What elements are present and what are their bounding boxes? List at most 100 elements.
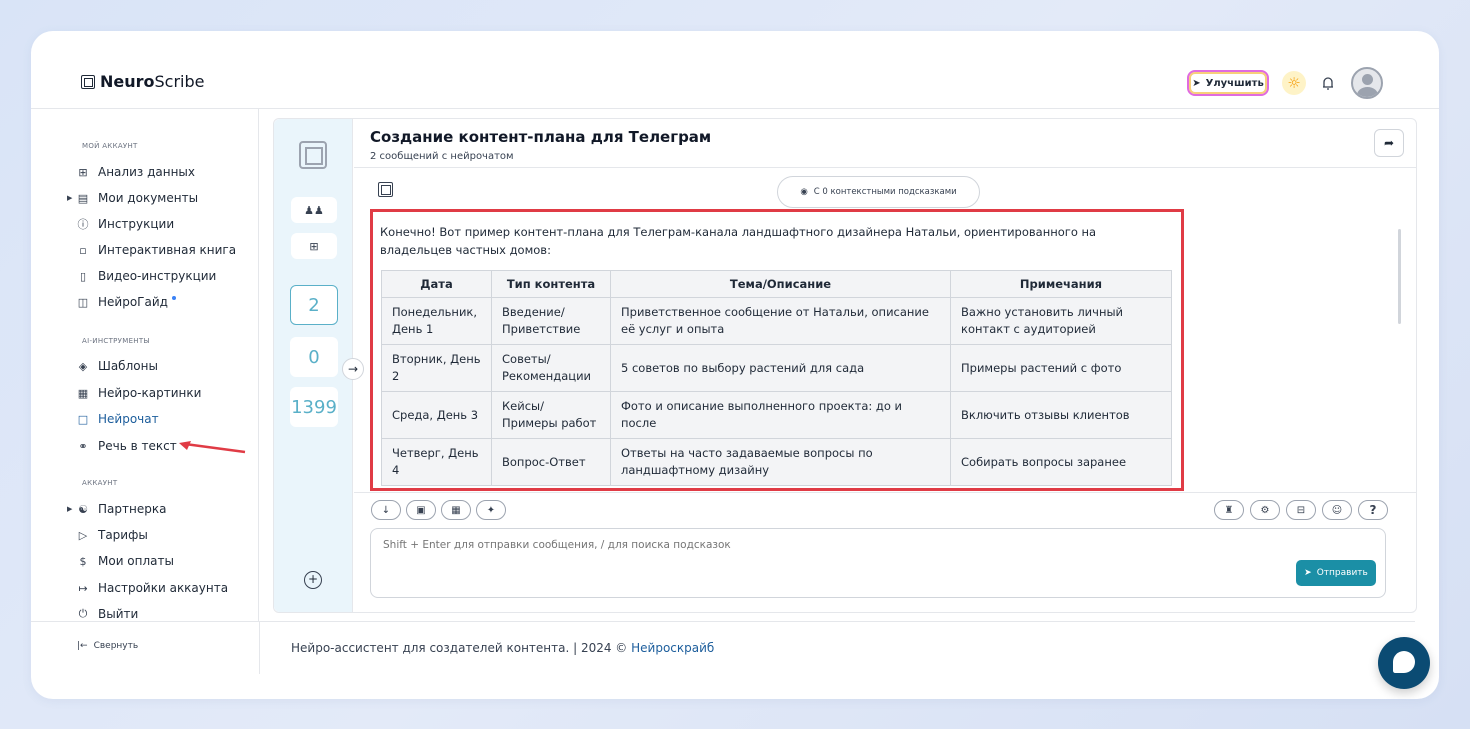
sidebar-item-neuroguide[interactable]: ◫ НейроГайд bbox=[76, 293, 176, 311]
collapse-sidebar-button[interactable]: |← Свернуть bbox=[77, 641, 138, 651]
app-window: NeuroScribe ➤ Улучшить ☼ МОЙ АККАУНТ ⊞ А… bbox=[31, 31, 1439, 699]
table-row: Среда, День 3 Кейсы/ Примеры работ Фото … bbox=[381, 391, 1172, 439]
doc-count[interactable]: 0 bbox=[290, 337, 338, 377]
rail-logo-icon bbox=[299, 141, 327, 169]
footer: Нейро-ассистент для создателей контента.… bbox=[291, 641, 714, 655]
power-icon: ⏻ bbox=[78, 607, 88, 620]
save-button[interactable]: ▣ bbox=[406, 500, 436, 520]
sidebar-item-label: Выйти bbox=[98, 607, 139, 621]
grid-toggle-button[interactable]: ⊞ bbox=[291, 233, 337, 259]
table-cell: Приветственное сообщение от Натальи, опи… bbox=[610, 297, 951, 345]
chat-panel: ♟♟ ⊞ 2 0 1399 + → Создание контент-плана… bbox=[273, 118, 1417, 613]
message-input-box[interactable]: ➤ Отправить bbox=[370, 528, 1386, 598]
layers-icon: ◈ bbox=[78, 359, 88, 373]
sidebar-item-label: Интерактивная книга bbox=[98, 243, 237, 257]
column-header: Тип контента bbox=[491, 270, 611, 298]
sidebar-item-neurochat[interactable]: □ Нейрочат bbox=[76, 410, 159, 428]
layout-icon: ⊟ bbox=[1296, 504, 1306, 516]
upgrade-button[interactable]: ➤ Улучшить bbox=[1187, 70, 1269, 96]
sidebar-item-instructions[interactable]: ⓘ Инструкции bbox=[76, 215, 175, 233]
chat-count[interactable]: 2 bbox=[290, 285, 338, 325]
users-icon: ☯ bbox=[78, 502, 88, 516]
logo-light: Scribe bbox=[154, 72, 205, 91]
user-avatar[interactable] bbox=[1351, 67, 1383, 99]
document-icon: ▤ bbox=[77, 191, 89, 205]
table-cell: Вопрос-Ответ bbox=[491, 438, 611, 486]
sidebar-item-payments[interactable]: $ Мои оплаты bbox=[76, 552, 174, 570]
table-row: Вторник, День 2 Советы/ Рекомендации 5 с… bbox=[381, 344, 1172, 392]
sidebar-item-interactive-book[interactable]: ▫ Интерактивная книга bbox=[76, 241, 236, 259]
settings-button[interactable]: ⚙ bbox=[1250, 500, 1280, 520]
sidebar-item-label: Тарифы bbox=[98, 528, 148, 542]
sidebar-item-label: Мои оплаты bbox=[98, 554, 174, 568]
content-plan-table: Дата Тип контента Тема/Описание Примечан… bbox=[381, 270, 1172, 486]
table-cell: Примеры растений с фото bbox=[950, 344, 1172, 392]
sidebar-item-video-instructions[interactable]: ▯ Видео-инструкции bbox=[76, 267, 216, 285]
hint-icon: ◉ bbox=[800, 187, 808, 197]
caret-right-icon: ▶ bbox=[67, 505, 73, 513]
video-icon: ▯ bbox=[79, 269, 87, 283]
section-title-ai-tools: AI-ИНСТРУМЕНТЫ bbox=[82, 337, 150, 345]
top-bar: NeuroScribe ➤ Улучшить ☼ bbox=[31, 31, 1439, 109]
users-toggle-button[interactable]: ♟♟ bbox=[291, 197, 337, 223]
table-cell: Кейсы/ Примеры работ bbox=[491, 391, 611, 439]
footer-divider bbox=[31, 621, 1415, 622]
dollar-icon: $ bbox=[79, 554, 87, 568]
collapse-down-button[interactable]: ↓ bbox=[371, 500, 401, 520]
footer-link[interactable]: Нейроскрайб bbox=[631, 641, 714, 655]
footer-text: Нейро-ассистент для создателей контента.… bbox=[291, 641, 632, 655]
bell-icon[interactable] bbox=[1316, 71, 1340, 95]
sidebar-item-neuro-images[interactable]: ▦ Нейро-картинки bbox=[76, 384, 202, 402]
headphones-icon: ⚭ bbox=[78, 439, 88, 453]
bot-button[interactable]: ☺ bbox=[1322, 500, 1352, 520]
image-icon: ▦ bbox=[451, 504, 461, 516]
sidebar: МОЙ АККАУНТ ⊞ Анализ данных ▶ ▤ Мои доку… bbox=[31, 109, 259, 621]
sidebar-item-label: Партнерка bbox=[98, 502, 167, 516]
sidebar-item-account-settings[interactable]: ↦ Настройки аккаунта bbox=[76, 579, 228, 597]
sidebar-item-partners[interactable]: ▶ ☯ Партнерка bbox=[67, 500, 167, 518]
sun-icon[interactable]: ☼ bbox=[1282, 71, 1306, 95]
help-button[interactable]: ? bbox=[1358, 500, 1388, 520]
support-chat-icon[interactable] bbox=[1378, 637, 1430, 689]
sidebar-item-speech-to-text[interactable]: ⚭ Речь в текст bbox=[76, 437, 177, 455]
collapse-icon: |← bbox=[77, 641, 88, 651]
sidebar-item-data-analysis[interactable]: ⊞ Анализ данных bbox=[76, 163, 195, 181]
annotation-arrow bbox=[179, 441, 246, 454]
footer-vertical-divider bbox=[259, 621, 260, 674]
robot-icon: ☺ bbox=[1331, 504, 1343, 516]
sidebar-item-my-documents[interactable]: ▶ ▤ Мои документы bbox=[67, 189, 198, 207]
logo[interactable]: NeuroScribe bbox=[81, 72, 205, 91]
puzzle-button[interactable]: ♜ bbox=[1214, 500, 1244, 520]
sidebar-item-tariffs[interactable]: ▷ Тарифы bbox=[76, 526, 148, 544]
sidebar-item-label: Нейрочат bbox=[98, 412, 159, 426]
title-divider bbox=[354, 167, 1417, 168]
chevrons-down-icon: ↓ bbox=[381, 504, 391, 516]
layout-button[interactable]: ⊟ bbox=[1286, 500, 1316, 520]
tag-icon: ▷ bbox=[78, 528, 88, 542]
context-hints-pill[interactable]: ◉ С 0 контекстными подсказками bbox=[777, 176, 980, 208]
column-header: Примечания bbox=[950, 270, 1172, 298]
insert-image-button[interactable]: ▦ bbox=[441, 500, 471, 520]
puzzle-icon: ♜ bbox=[1224, 504, 1234, 516]
share-button[interactable]: ➦ bbox=[1374, 129, 1404, 157]
sidebar-item-label: Речь в текст bbox=[98, 439, 177, 453]
rocket-icon: ➤ bbox=[1192, 77, 1201, 89]
new-chat-plus-icon[interactable]: + bbox=[304, 571, 322, 589]
table-cell: Ответы на часто задаваемые вопросы по ла… bbox=[610, 438, 951, 486]
token-count[interactable]: 1399 bbox=[290, 387, 338, 427]
message-input[interactable] bbox=[383, 539, 1283, 551]
context-hints-label: С 0 контекстными подсказками bbox=[813, 187, 957, 197]
expand-arrow-icon[interactable]: → bbox=[342, 358, 364, 380]
send-button[interactable]: ➤ Отправить bbox=[1296, 560, 1376, 586]
table-cell: Собирать вопросы заранее bbox=[950, 438, 1172, 486]
table-cell: Среда, День 3 bbox=[381, 391, 492, 439]
magic-wand-button[interactable]: ✦ bbox=[476, 500, 506, 520]
table-cell: Понедельник, День 1 bbox=[381, 297, 492, 345]
sidebar-item-templates[interactable]: ◈ Шаблоны bbox=[76, 357, 158, 375]
sidebar-item-label: Шаблоны bbox=[98, 359, 158, 373]
logo-icon bbox=[81, 74, 95, 89]
magic-wand-icon: ✦ bbox=[486, 504, 496, 516]
table-cell: Четверг, День 4 bbox=[381, 438, 492, 486]
users-icon: ♟♟ bbox=[304, 203, 324, 217]
message-scrollbar[interactable] bbox=[1398, 229, 1401, 324]
